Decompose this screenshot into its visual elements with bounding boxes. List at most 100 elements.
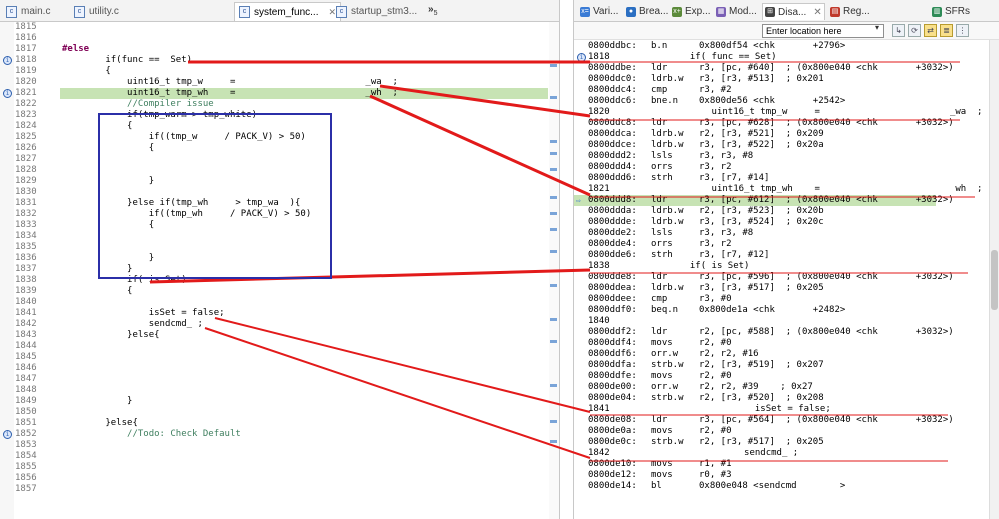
instruction-line[interactable]: 0800ddce: ldrb.w r3, [r3, #522] ; 0x20a	[574, 140, 988, 151]
source-line[interactable]: 1842 sendcmd_ ;	[574, 448, 988, 459]
tab-system-func[interactable]: c system_func... ✕	[234, 2, 342, 21]
code-line[interactable]: 1820 uint16_t tmp_w = _wa ;	[0, 77, 548, 88]
tab-utility-c[interactable]: c utility.c	[70, 2, 123, 21]
view-tab[interactable]: x= Vari...	[578, 3, 620, 20]
instruction-line[interactable]: 0800ddc8: ldr r3, [pc, #628] ; (0x800e040 …	[574, 118, 988, 129]
occurrence-marker[interactable]	[550, 168, 557, 171]
code-line[interactable]: 1842 sendcmd_ ;	[0, 319, 548, 330]
instruction-line[interactable]: 0800ddf6: orr.w r2, r2, #16	[574, 349, 988, 360]
code-line[interactable]: 1815	[0, 22, 548, 33]
occurrence-marker[interactable]	[550, 440, 557, 443]
code-line[interactable]: 1854	[0, 451, 548, 462]
source-line[interactable]: i 1818 if( func == Set)	[574, 52, 988, 63]
code-line[interactable]: 1850	[0, 407, 548, 418]
view-tab[interactable]: ▥ SFRs	[930, 3, 972, 20]
breakpoint-icon[interactable]: i	[3, 56, 12, 65]
instruction-line[interactable]: 0800ddda: ldrb.w r2, [r3, #523] ; 0x20b	[574, 206, 988, 217]
refresh-icon[interactable]: ⟳	[908, 24, 921, 37]
scrollbar-thumb[interactable]	[991, 250, 998, 310]
overview-ruler[interactable]	[549, 22, 559, 519]
breakpoint-icon[interactable]: i	[3, 430, 12, 439]
instruction-line[interactable]: 0800ddc0: ldrb.w r3, [r3, #513] ; 0x201	[574, 74, 988, 85]
chevron-down-icon[interactable]: ▾	[875, 23, 879, 32]
occurrence-marker[interactable]	[550, 96, 557, 99]
instruction-line[interactable]: 0800ddbc: b.n 0x800df54 <chk +2796>	[574, 41, 988, 52]
occurrence-marker[interactable]	[550, 140, 557, 143]
code-line[interactable]: 1849 }	[0, 396, 548, 407]
view-tab[interactable]: ▦ Mod...	[714, 3, 759, 20]
vertical-scrollbar[interactable]	[989, 40, 999, 519]
breakpoint-icon[interactable]: i	[3, 89, 12, 98]
occurrence-marker[interactable]	[550, 384, 557, 387]
instruction-line[interactable]: 0800de00: orr.w r2, r2, #39 ; 0x27	[574, 382, 988, 393]
code-line[interactable]: 1843 }else{	[0, 330, 548, 341]
instruction-line[interactable]: 0800de10: movs r1, #1	[574, 459, 988, 470]
instruction-line[interactable]: 0800ddde: ldrb.w r3, [r3, #524] ; 0x20c	[574, 217, 988, 228]
code-line[interactable]: 1844	[0, 341, 548, 352]
instruction-line[interactable]: 0800ddd6: strh r3, [r7, #14]	[574, 173, 988, 184]
instruction-line[interactable]: 0800ddf4: movs r2, #0	[574, 338, 988, 349]
source-line[interactable]: 1820 uint16_t tmp_w = _wa ;	[574, 107, 988, 118]
code-line[interactable]: 1839 {	[0, 286, 548, 297]
occurrence-marker[interactable]	[550, 340, 557, 343]
tab-main-c[interactable]: c main.c	[2, 2, 54, 21]
occurrence-marker[interactable]	[550, 212, 557, 215]
go-to-location-icon[interactable]: ↳	[892, 24, 905, 37]
code-line[interactable]: 1846	[0, 363, 548, 374]
instruction-line[interactable]: 0800ddd2: lsls r3, r3, #8	[574, 151, 988, 162]
code-line[interactable]: 1817 #else	[0, 44, 548, 55]
code-line[interactable]: 1822 //Compiler issue	[0, 99, 548, 110]
instruction-line[interactable]: 0800ddc4: cmp r3, #2	[574, 85, 988, 96]
instruction-line[interactable]: 0800ddfe: movs r2, #0	[574, 371, 988, 382]
breakpoint-icon[interactable]: i	[577, 53, 586, 62]
code-line[interactable]: 1840	[0, 297, 548, 308]
instruction-line[interactable]: 0800ddf2: ldr r2, [pc, #588] ; (0x800e040 …	[574, 327, 988, 338]
code-line[interactable]: 1857	[0, 484, 548, 495]
code-line[interactable]: 1853	[0, 440, 548, 451]
view-tab[interactable]: ▤ Reg...	[828, 3, 872, 20]
occurrence-marker[interactable]	[550, 250, 557, 253]
instruction-line[interactable]: 0800dde6: strh r3, [r7, #12]	[574, 250, 988, 261]
instruction-line[interactable]: 0800ddee: cmp r3, #0	[574, 294, 988, 305]
instruction-line[interactable]: 0800dde2: lsls r3, r3, #8	[574, 228, 988, 239]
tab-overflow-button[interactable]: »5	[428, 4, 437, 17]
occurrence-marker[interactable]	[550, 152, 557, 155]
instruction-line[interactable]: 0800ddd4: orrs r3, r2	[574, 162, 988, 173]
code-line[interactable]: 1845	[0, 352, 548, 363]
source-line[interactable]: 1841 isSet = false;	[574, 404, 988, 415]
code-line[interactable]: 1819 {	[0, 66, 548, 77]
code-line[interactable]: i 1818 if(func == Set)	[0, 55, 548, 66]
instruction-line[interactable]: 0800ddf0: beq.n 0x800de1a <chk +2482>	[574, 305, 988, 316]
instruction-line[interactable]: 0800ddfa: strb.w r2, [r3, #519] ; 0x207	[574, 360, 988, 371]
disassembly-view[interactable]: x= Vari... ● Brea... x+ Exp... ▦ Mod... ⊞ Disa...…	[573, 0, 999, 519]
instruction-line[interactable]: 0800ddc6: bne.n 0x800de56 <chk +2542>	[574, 96, 988, 107]
code-line[interactable]: i 1852 //Todo: Check Default	[0, 429, 548, 440]
code-line[interactable]: 1848	[0, 385, 548, 396]
source-line[interactable]: 1840	[574, 316, 988, 327]
instruction-line[interactable]: 0800ddca: ldrb.w r2, [r3, #521] ; 0x209	[574, 129, 988, 140]
occurrence-marker[interactable]	[550, 228, 557, 231]
instruction-line[interactable]: 0800de0c: strb.w r2, [r3, #517] ; 0x205	[574, 437, 988, 448]
instruction-line[interactable]: 0800de0a: movs r2, #0	[574, 426, 988, 437]
instruction-line[interactable]: 0800ddea: ldrb.w r3, [r3, #517] ; 0x205	[574, 283, 988, 294]
view-tab[interactable]: ● Brea...	[624, 3, 670, 20]
code-line[interactable]: 1841 isSet = false;	[0, 308, 548, 319]
instruction-line[interactable]: 0800de14: bl 0x800e048 <sendcmd >	[574, 481, 988, 492]
instruction-line[interactable]: 0800de12: movs r0, #3	[574, 470, 988, 481]
code-line[interactable]: 1855	[0, 462, 548, 473]
source-line[interactable]: 1838 if( is Set)	[574, 261, 988, 272]
show-source-icon[interactable]: ≣	[940, 24, 953, 37]
occurrence-marker[interactable]	[550, 64, 557, 67]
source-line[interactable]: 1821 uint16_t tmp_wh = wh ;	[574, 184, 988, 195]
occurrence-marker[interactable]	[550, 420, 557, 423]
instruction-line[interactable]: 0800dde4: orrs r3, r2	[574, 239, 988, 250]
occurrence-marker[interactable]	[550, 196, 557, 199]
occurrence-marker[interactable]	[550, 284, 557, 287]
close-icon[interactable]: ✕	[813, 7, 821, 18]
instruction-line[interactable]: ⇨ 0800ddd8: ldr r3, [pc, #612] ; (0x800e040…	[574, 195, 954, 206]
code-line[interactable]: 1816	[0, 33, 548, 44]
view-menu-icon[interactable]: ⋮	[956, 24, 969, 37]
tab-startup[interactable]: c startup_stm3...	[332, 2, 421, 21]
view-tab[interactable]: ⊞ Disa... ✕	[762, 3, 825, 20]
code-line[interactable]: 1856	[0, 473, 548, 484]
